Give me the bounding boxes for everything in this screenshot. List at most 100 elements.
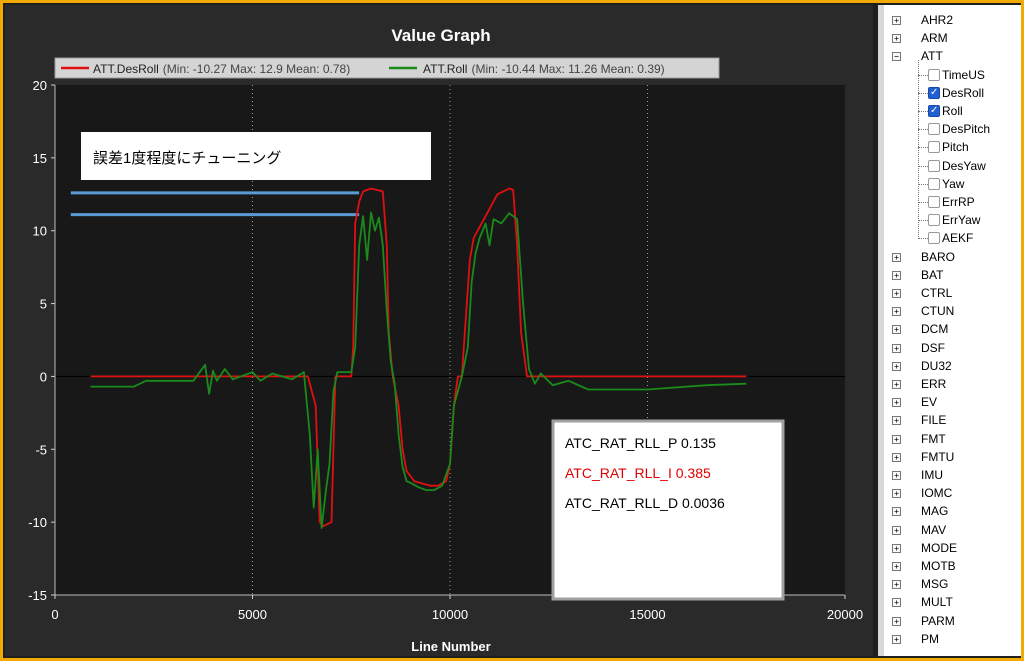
tree-group-mav[interactable]: + MAV: [878, 521, 1021, 539]
tree-field-label: ErrYaw: [942, 213, 981, 228]
expand-icon[interactable]: +: [892, 616, 901, 626]
tree-group-msg[interactable]: + MSG: [878, 575, 1021, 593]
tree-field-errrp[interactable]: ErrRP: [878, 193, 1021, 211]
expand-icon[interactable]: +: [892, 634, 901, 644]
expand-icon[interactable]: +: [892, 471, 901, 480]
tree-connector: [918, 183, 928, 185]
tree-group-imu[interactable]: + IMU: [878, 466, 1021, 484]
tree-group-bat[interactable]: + BAT: [878, 266, 1021, 284]
tree-group-fmt[interactable]: + FMT: [878, 430, 1021, 448]
x-tick-label: 0: [51, 607, 58, 622]
tree-group-label: MAV: [921, 522, 947, 537]
expand-icon[interactable]: +: [892, 562, 901, 571]
field-tree-panel[interactable]: + AHR2 + ARM − ATT TimeUS DesRoll Roll DesPitch Pi…: [878, 5, 1021, 656]
tree-connector: [918, 238, 928, 240]
tree-field-yaw[interactable]: Yaw: [878, 175, 1021, 193]
tree-group-iomc[interactable]: + IOMC: [878, 484, 1021, 502]
tree-group-label: FMT: [921, 431, 946, 446]
tree-field-pitch[interactable]: Pitch: [878, 138, 1021, 156]
expand-icon[interactable]: +: [892, 380, 901, 389]
field-checkbox[interactable]: [928, 84, 940, 102]
tree-field-despitch[interactable]: DesPitch: [878, 120, 1021, 138]
field-checkbox[interactable]: [928, 177, 940, 190]
expand-icon[interactable]: +: [892, 270, 901, 280]
expand-icon[interactable]: +: [892, 489, 901, 499]
expand-icon[interactable]: +: [892, 580, 901, 590]
tree-group-motb[interactable]: + MOTB: [878, 557, 1021, 575]
tree-group-baro[interactable]: + BARO: [878, 248, 1021, 266]
expand-icon[interactable]: +: [892, 307, 901, 317]
x-tick-label: 15000: [629, 607, 665, 622]
x-tick-label: 5000: [238, 607, 267, 622]
y-tick-label: 0: [40, 369, 47, 384]
x-tick-label: 20000: [827, 607, 863, 622]
tree-group-ctun[interactable]: + CTUN: [878, 302, 1021, 320]
tree-group-file[interactable]: + FILE: [878, 411, 1021, 429]
tree-group-du32[interactable]: + DU32: [878, 357, 1021, 375]
field-checkbox[interactable]: [928, 159, 940, 172]
expand-icon[interactable]: +: [892, 525, 901, 535]
collapse-icon[interactable]: −: [892, 52, 901, 62]
pid-i-value: ATC_RAT_RLL_I 0.385: [565, 465, 711, 481]
field-checkbox[interactable]: [928, 141, 940, 154]
tree-connector-vertical: [918, 60, 919, 240]
expand-icon[interactable]: +: [892, 361, 901, 371]
tree-field-aekf[interactable]: AEKF: [878, 229, 1021, 247]
tree-group-dsf[interactable]: + DSF: [878, 339, 1021, 357]
tree-group-label: ATT: [921, 49, 943, 64]
y-tick-label: -5: [35, 442, 47, 457]
field-checkbox[interactable]: [928, 214, 940, 227]
expand-icon[interactable]: +: [892, 343, 901, 353]
expand-icon[interactable]: +: [892, 34, 901, 44]
y-tick-label: 20: [33, 78, 47, 93]
tree-field-roll[interactable]: Roll: [878, 102, 1021, 120]
expand-icon[interactable]: +: [892, 452, 901, 462]
expand-icon[interactable]: +: [892, 325, 901, 335]
field-checkbox[interactable]: [928, 196, 940, 208]
expand-icon[interactable]: +: [892, 434, 901, 444]
tree-group-ctrl[interactable]: + CTRL: [878, 284, 1021, 302]
tree-group-parm[interactable]: + PARM: [878, 612, 1021, 630]
tree-group-label: MAG: [921, 504, 949, 519]
tree-group-ev[interactable]: + EV: [878, 393, 1021, 411]
field-checkbox[interactable]: [928, 68, 940, 81]
expand-icon[interactable]: +: [892, 507, 901, 517]
expand-icon[interactable]: +: [892, 398, 901, 408]
tree-group-ahr2[interactable]: + AHR2: [878, 11, 1021, 29]
tree-field-desyaw[interactable]: DesYaw: [878, 157, 1021, 175]
expand-icon[interactable]: +: [892, 289, 901, 298]
tree-group-att[interactable]: − ATT: [878, 47, 1021, 65]
tree-connector: [918, 129, 928, 131]
expand-icon[interactable]: +: [892, 543, 901, 553]
tree-field-label: DesYaw: [942, 158, 986, 173]
tree-field-desroll[interactable]: DesRoll: [878, 84, 1021, 102]
tree-group-pm[interactable]: + PM: [878, 630, 1021, 648]
field-checkbox[interactable]: [928, 102, 940, 120]
tree-group-mode[interactable]: + MODE: [878, 539, 1021, 557]
field-checkbox[interactable]: [928, 232, 940, 245]
tree-group-dcm[interactable]: + DCM: [878, 320, 1021, 338]
tree-group-label: BARO: [921, 249, 956, 264]
pid-params-box: ATC_RAT_RLL_P 0.135 ATC_RAT_RLL_I 0.385 …: [551, 419, 785, 601]
legend[interactable]: ATT.DesRoll (Min: -10.27 Max: 12.9 Mean: …: [54, 57, 720, 79]
tree-group-err[interactable]: + ERR: [878, 375, 1021, 393]
expand-icon[interactable]: +: [892, 598, 901, 608]
tree-field-timeus[interactable]: TimeUS: [878, 66, 1021, 84]
tree-group-label: FMTU: [921, 449, 955, 464]
tuning-note-text: 誤差1度程度にチューニング: [93, 150, 281, 167]
tree-group-mag[interactable]: + MAG: [878, 502, 1021, 520]
expand-icon[interactable]: +: [892, 252, 901, 262]
tree-group-fmtu[interactable]: + FMTU: [878, 448, 1021, 466]
field-checkbox[interactable]: [928, 123, 940, 136]
expand-icon[interactable]: +: [892, 416, 901, 426]
legend-roll[interactable]: ATT.Roll (Min: -10.44 Max: 11.26 Mean: 0.…: [423, 62, 665, 76]
tree-connector: [918, 111, 928, 112]
tree-group-label: MSG: [921, 577, 949, 592]
legend-desroll[interactable]: ATT.DesRoll (Min: -10.27 Max: 12.9 Mean: …: [93, 62, 350, 76]
value-graph-chart[interactable]: Value Graph 20 15 10 5 0 -5 -10 -15 0 5000 10000 15…: [5, 5, 873, 656]
tree-field-erryaw[interactable]: ErrYaw: [878, 211, 1021, 229]
expand-icon[interactable]: +: [892, 16, 901, 25]
tree-group-mult[interactable]: + MULT: [878, 593, 1021, 611]
tree-group-arm[interactable]: + ARM: [878, 29, 1021, 47]
tree-connector: [918, 92, 928, 94]
